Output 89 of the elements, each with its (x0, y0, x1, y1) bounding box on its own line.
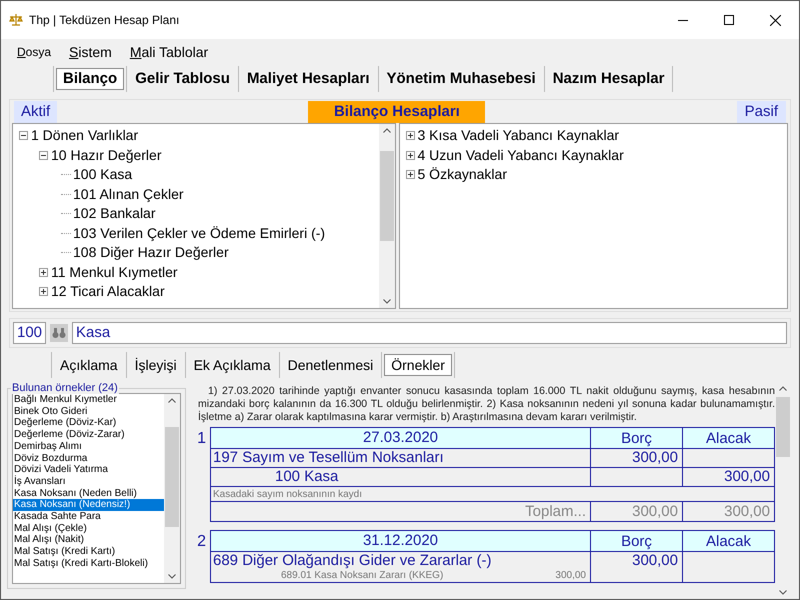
example-item[interactable]: Mal Alışı (Çekle) (13, 522, 164, 534)
menu-item[interactable]: Sistem (69, 42, 112, 62)
example-item[interactable]: Değerleme (Döviz-Zarar) (13, 429, 164, 441)
detail-tab[interactable]: İşleyişi (126, 352, 185, 378)
collapse-icon[interactable] (19, 131, 28, 140)
liabilities-label: Pasif (736, 100, 786, 124)
tree-item[interactable]: 12 Ticari Alacaklar (51, 281, 165, 302)
account-name: 689 Diğer Olağandışı Gider ve Zararlar (-) (212, 552, 492, 570)
example-item[interactable]: Döviz Bozdurma (13, 452, 164, 464)
entry-number: 1 (196, 429, 207, 449)
example-item[interactable]: İş Avansları (13, 476, 164, 488)
examples-title: Bulunan örnekler (24) (11, 382, 119, 394)
entry-date: 31.12.2020 (362, 530, 440, 551)
example-item[interactable]: Mal Satışı (Kredi Kartı) (13, 546, 164, 558)
debit-amount: 300,00 (590, 552, 682, 582)
detail-tab[interactable]: Ek Açıklama (184, 352, 279, 378)
scroll-down-icon[interactable] (779, 590, 787, 595)
total-credit: 300,00 (682, 502, 774, 521)
scrollbar[interactable] (378, 124, 394, 308)
example-item[interactable]: Değerleme (Döviz-Kar) (13, 417, 164, 430)
section-title: Bilanço Hesapları (308, 100, 486, 124)
scroll-down-icon[interactable] (168, 574, 176, 579)
scroll-up-icon[interactable] (168, 398, 176, 403)
account-code-field[interactable]: 100 (13, 322, 46, 344)
account-name: 197 Sayım ve Tesellüm Noksanları (212, 449, 445, 467)
example-item[interactable]: Kasa Noksanı (Nedensiz!) (13, 499, 164, 512)
assets-label: Aktif (14, 100, 58, 124)
binoculars-icon[interactable] (50, 324, 68, 342)
tab[interactable]: Yönetim Muhasebesi (378, 66, 544, 92)
scroll-up-icon[interactable] (779, 386, 787, 391)
debit-amount: 300,00 (590, 449, 682, 467)
credit-amount: 300,00 (682, 468, 774, 486)
scroll-thumb[interactable] (165, 427, 179, 527)
sub-account-amount: 300,00 (555, 570, 586, 582)
example-item[interactable]: Demirbaş Alımı (13, 440, 164, 453)
scroll-down-icon[interactable] (382, 299, 390, 304)
menu-item[interactable]: Mali Tablolar (130, 42, 208, 62)
tree-item[interactable]: 108 Diğer Hazır Değerler (73, 242, 229, 264)
account-name: 100 Kasa (274, 468, 340, 486)
example-item[interactable]: Bağlı Menkul Kıymetler (13, 394, 164, 406)
detail-tab[interactable]: Örnekler (381, 352, 454, 378)
tree-item[interactable]: 103 Verilen Çekler ve Ödeme Emirleri (-) (73, 222, 326, 244)
tree-item[interactable]: 3 Kısa Vadeli Yabancı Kaynaklar (418, 125, 620, 146)
collapse-icon[interactable] (39, 150, 48, 160)
window-title: Thp | Tekdüzen Hesap Planı (29, 12, 180, 29)
detail-tab[interactable]: Denetlenmesi (278, 352, 382, 378)
column-header: Borç (590, 531, 682, 551)
example-item[interactable]: Dövizi Vadeli Yatırma (13, 464, 164, 476)
example-description: 1) 27.03.2020 tarihinde yaptığı envanter sonucu kasasında toplam 16.000 TL nakit olduğunu saymış, kasa hesabının mizandaki borç kalanının da 16.300 TL olduğu belirlenmiştir. 2) Kasa noksanının nedeni yıl sonuna kadar bulunamamıştır. İşletme a) Zarar olarak kaptılmasına karar vermiştir. b) Araştırılmasına devam kararı verilmiştir. (197, 384, 775, 424)
tab[interactable]: Bilanço (53, 66, 126, 92)
expand-icon[interactable] (406, 170, 414, 180)
tree-item[interactable]: 101 Alınan Çekler (73, 184, 184, 205)
total-debit: 300,00 (590, 502, 682, 521)
scale-icon (9, 13, 23, 27)
entry-date: 27.03.2020 (362, 428, 440, 448)
expand-icon[interactable] (406, 150, 414, 160)
example-item[interactable]: Binek Oto Gideri (13, 406, 164, 418)
total-label: Toplam... (524, 502, 587, 521)
tree-item[interactable]: 4 Uzun Vadeli Yabancı Kaynaklar (418, 144, 624, 166)
close-icon[interactable] (770, 14, 781, 26)
column-header: Alacak (682, 428, 774, 448)
account-name-field[interactable]: Kasa (72, 322, 787, 344)
tree-item[interactable]: 102 Bankalar (73, 203, 156, 224)
example-item[interactable]: Kasa Noksanı (Neden Belli) (13, 488, 164, 500)
tree-item[interactable]: 1 Dönen Varlıklar (31, 125, 138, 146)
entry-note: Kasadaki sayım noksanının kaydı (212, 489, 362, 500)
example-item[interactable]: Kasada Sahte Para (13, 511, 164, 523)
entry-number: 2 (196, 532, 207, 552)
tree-item[interactable]: 11 Menkul Kıymetler (51, 262, 178, 283)
tree-item[interactable]: 5 Özkaynaklar (418, 164, 507, 186)
column-header: Alacak (682, 531, 774, 551)
scroll-thumb[interactable] (776, 397, 790, 457)
expand-icon[interactable] (39, 268, 48, 277)
tab[interactable]: Maliyet Hesapları (238, 66, 378, 92)
scroll-thumb[interactable] (380, 151, 394, 241)
column-header: Borç (590, 428, 682, 448)
tab[interactable]: Gelir Tablosu (126, 66, 238, 92)
example-item[interactable]: Mal Satışı (Kredi Kartı-Blokeli) (13, 558, 164, 570)
tree-item[interactable]: 10 Hazır Değerler (51, 144, 162, 166)
scroll-up-icon[interactable] (382, 128, 390, 133)
menu-item[interactable]: Dosya (17, 43, 52, 61)
detail-tab[interactable]: Açıklama (51, 352, 126, 378)
tree-item[interactable]: 100 Kasa (73, 164, 132, 186)
tab[interactable]: Nazım Hesaplar (544, 66, 672, 92)
sub-account-name: 689.01 Kasa Noksanı Zararı (KKEG) (281, 570, 444, 582)
expand-icon[interactable] (39, 287, 48, 296)
expand-icon[interactable] (406, 131, 414, 140)
scrollbar[interactable] (164, 394, 180, 583)
example-item[interactable]: Mal Alışı (Nakit) (13, 534, 164, 546)
